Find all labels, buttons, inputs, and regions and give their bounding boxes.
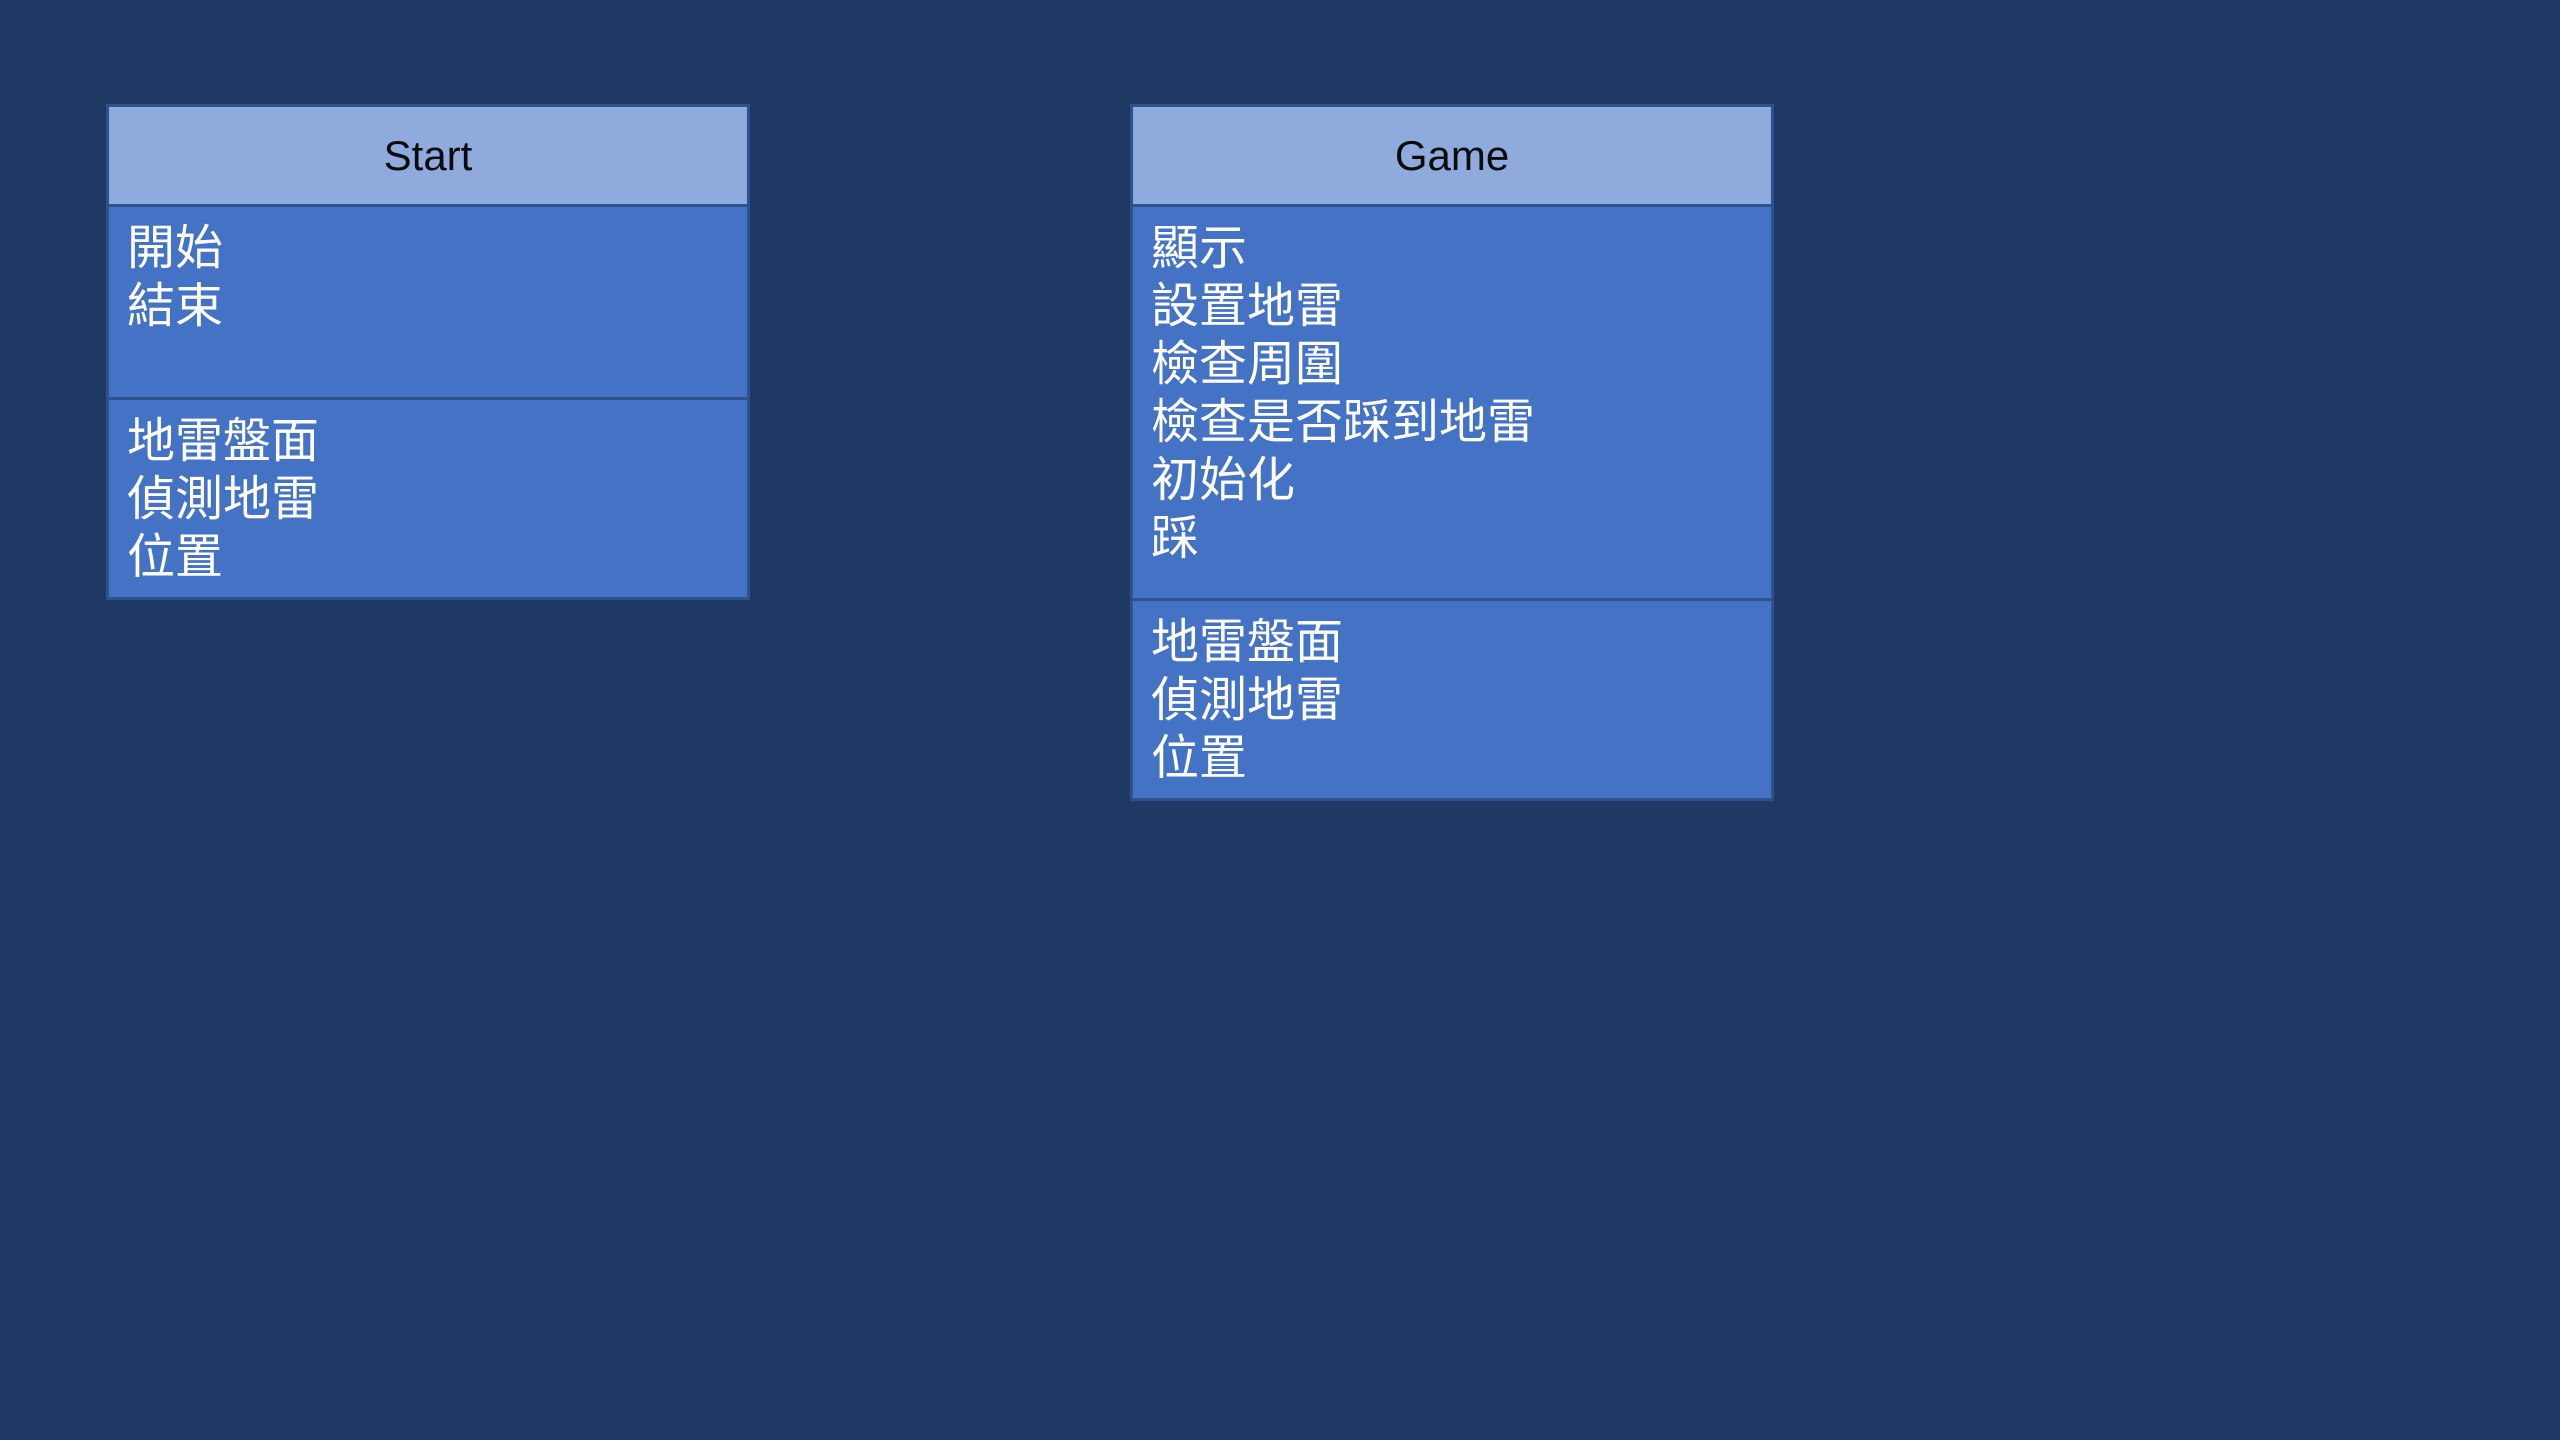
method-item: 初始化 [1151,452,1296,508]
attribute-item: 偵測地雷 [1151,672,1344,728]
method-item: 設置地雷 [1151,278,1344,334]
attribute-item: 偵測地雷 [127,471,320,527]
attribute-item: 地雷盤面 [1151,614,1344,670]
method-item: 顯示 [1151,220,1248,276]
class-box-start: Start 開始 結束 地雷盤面 偵測地雷 位置 [106,104,750,600]
method-item: 檢查是否踩到地雷 [1151,394,1536,450]
method-item: 結束 [127,278,224,334]
diagram-canvas: { "classes": [ { "name": "Start", "metho… [0,0,2560,1440]
class-name: Start [383,131,473,179]
class-attributes-section: 地雷盤面 偵測地雷 位置 [109,397,747,597]
class-methods-section: 開始 結束 [109,207,747,397]
class-box-game: Game 顯示 設置地雷 檢查周圍 檢查是否踩到地雷 初始化 踩 地雷盤面 偵測… [1130,104,1774,801]
class-methods-section: 顯示 設置地雷 檢查周圍 檢查是否踩到地雷 初始化 踩 [1133,207,1771,598]
method-item: 檢查周圍 [1151,336,1344,392]
class-attributes-section: 地雷盤面 偵測地雷 位置 [1133,598,1771,798]
method-item: 踩 [1151,510,1200,566]
class-header: Start [109,107,747,207]
class-header: Game [1133,107,1771,207]
attribute-item: 位置 [1151,730,1248,786]
attribute-item: 位置 [127,529,224,585]
method-item: 開始 [127,220,224,276]
attribute-item: 地雷盤面 [127,413,320,469]
class-name: Game [1394,131,1510,179]
